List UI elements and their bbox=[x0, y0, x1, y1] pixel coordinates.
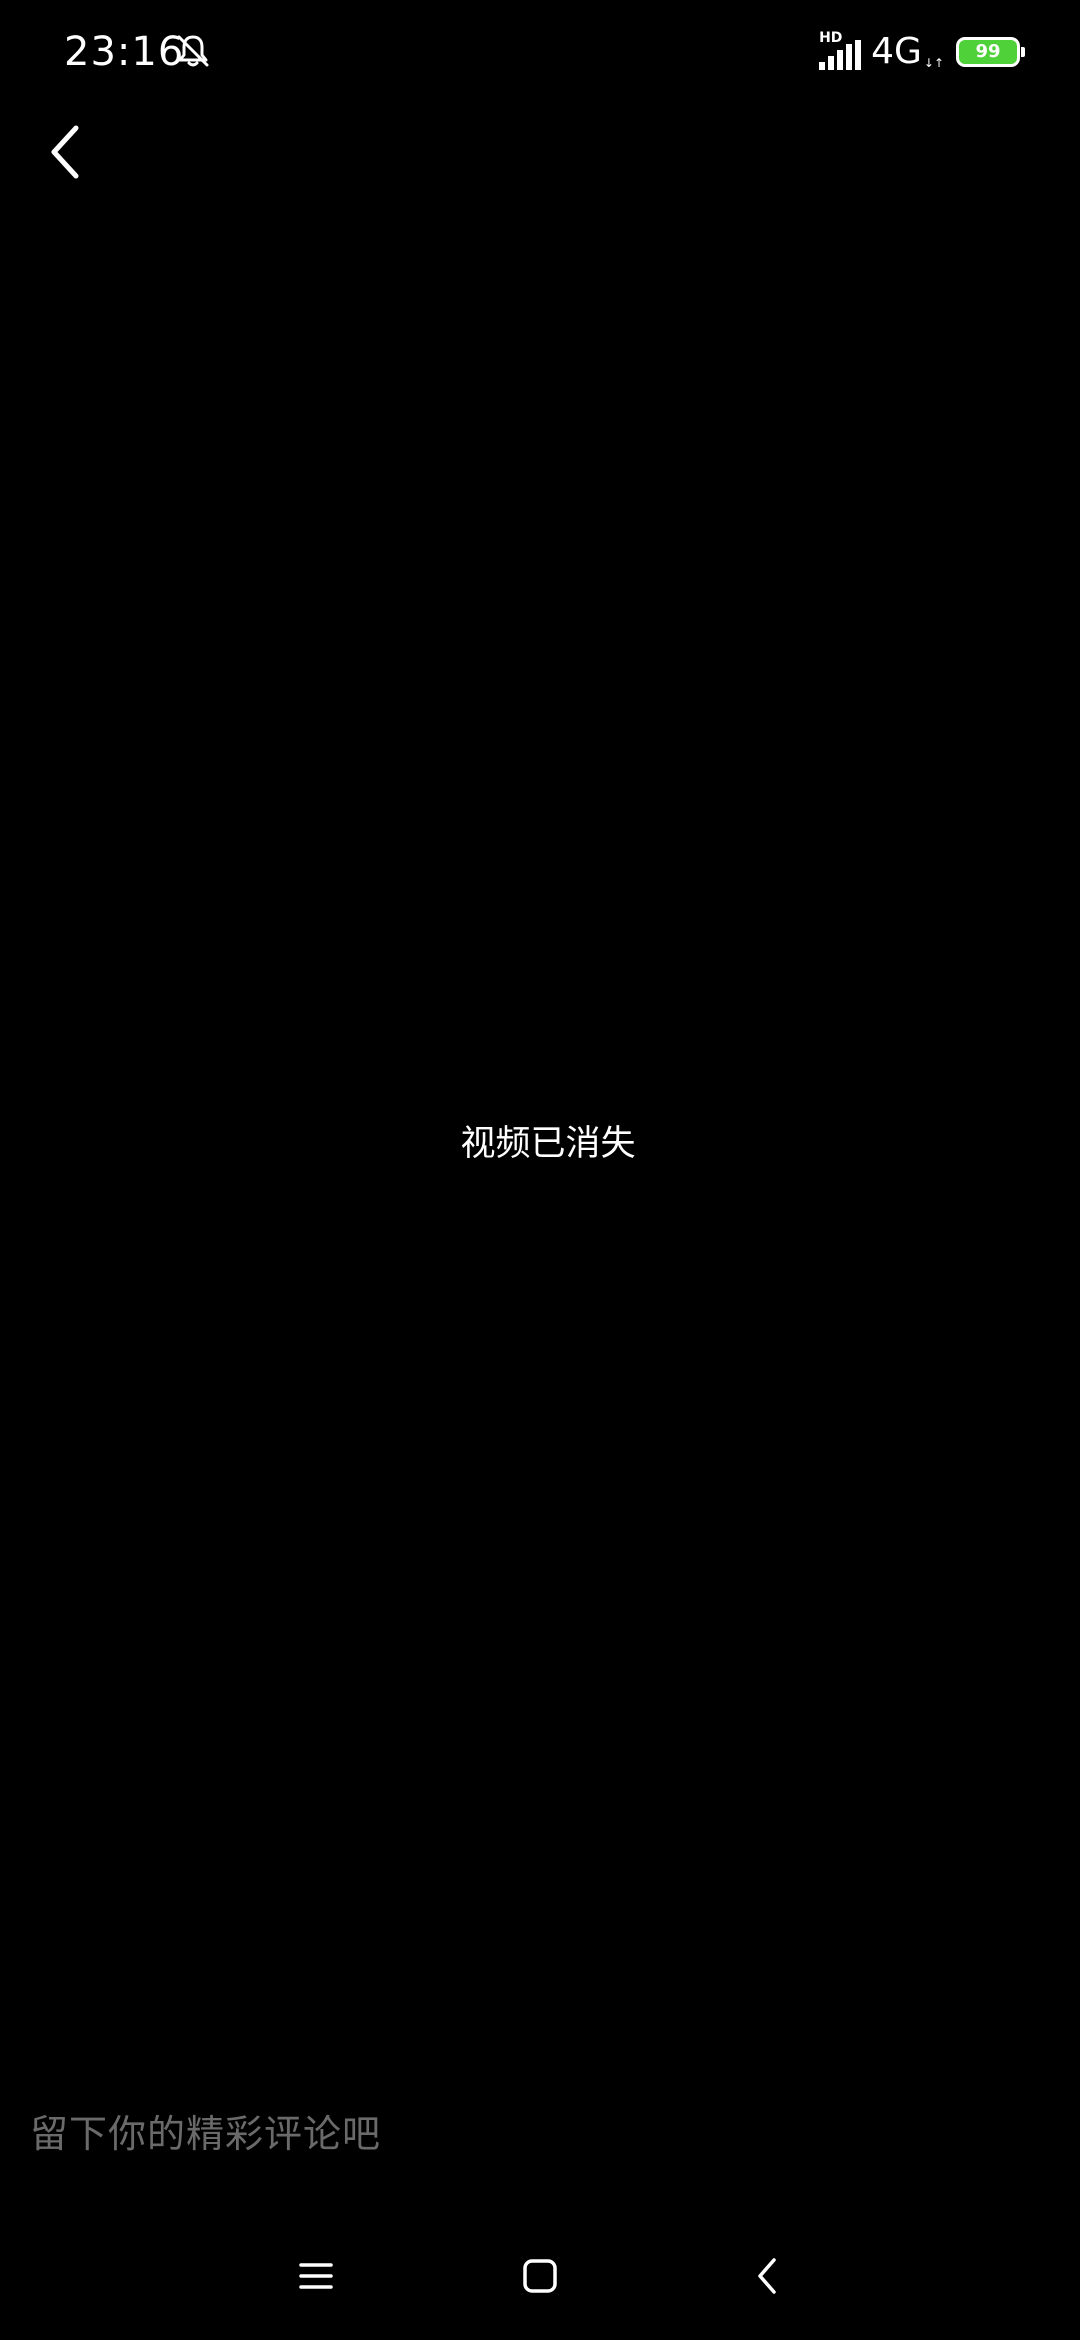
battery-icon: 99 bbox=[956, 37, 1025, 67]
back-button[interactable] bbox=[36, 114, 96, 190]
status-indicators: HD 4G ↓↑ 99 bbox=[819, 28, 1025, 76]
menu-icon bbox=[299, 2263, 333, 2289]
signal-icon: HD bbox=[819, 30, 863, 72]
recent-apps-button[interactable] bbox=[276, 2236, 356, 2316]
status-time: 23:16 bbox=[64, 29, 185, 75]
system-back-button[interactable] bbox=[727, 2236, 807, 2316]
back-icon bbox=[758, 2258, 776, 2294]
status-bar: 23:16 HD 4G ↓↑ 99 bbox=[0, 0, 1080, 104]
network-type: 4G bbox=[871, 31, 922, 72]
home-icon bbox=[523, 2259, 557, 2293]
comment-placeholder: 留下你的精彩评论吧 bbox=[30, 2112, 382, 2156]
bell-off-icon bbox=[174, 32, 212, 70]
comment-input[interactable]: 留下你的精彩评论吧 bbox=[0, 2096, 1080, 2172]
battery-level: 99 bbox=[975, 41, 1001, 62]
system-nav-bar bbox=[0, 2236, 1080, 2316]
network-activity-icon: ↓↑ bbox=[923, 56, 944, 70]
video-unavailable-message: 视频已消失 bbox=[460, 1124, 636, 1164]
battery-nub bbox=[1021, 47, 1025, 57]
chevron-left-icon bbox=[51, 125, 79, 179]
home-button[interactable] bbox=[500, 2236, 580, 2316]
